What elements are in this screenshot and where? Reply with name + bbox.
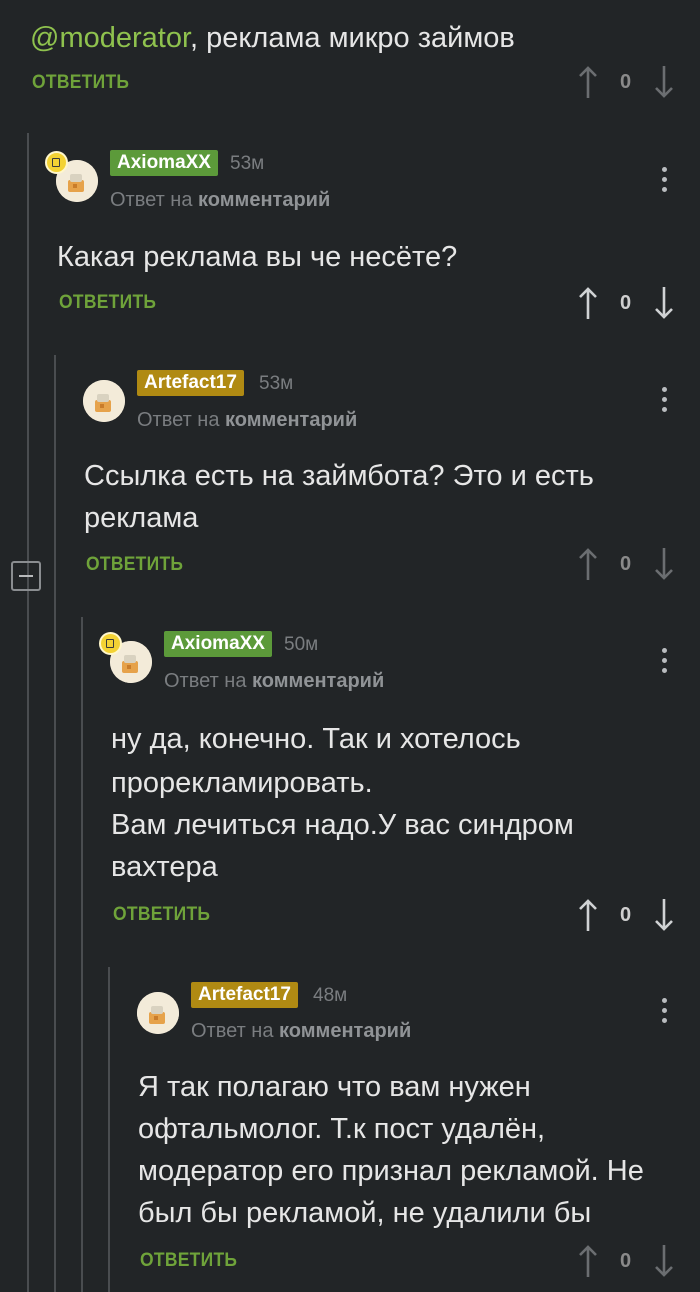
arrow-down-icon[interactable] <box>654 64 674 100</box>
vote-block: 0 <box>578 1243 678 1283</box>
arrow-up-icon[interactable] <box>578 64 598 100</box>
arrow-down-icon[interactable] <box>654 546 674 582</box>
reply-to-link[interactable]: комментарий <box>252 670 384 692</box>
badge-icon <box>99 632 122 655</box>
user-avatar-icon <box>137 992 179 1034</box>
comment-text: Ссылка есть на займбота? Это и есть рекл… <box>84 460 594 534</box>
reply-to-line: Ответ на комментарий <box>110 189 331 211</box>
arrow-up-icon[interactable] <box>578 1243 598 1279</box>
reply-to-link[interactable]: комментарий <box>225 409 357 431</box>
vote-count: 0 <box>620 553 632 575</box>
comment-text: Я так полагаю что вам нужен офтальмолог.… <box>138 1071 644 1229</box>
vote-count: 0 <box>620 71 632 93</box>
reply-to-line: Ответ на комментарий <box>191 1020 412 1042</box>
reply-button[interactable]: ОТВЕТИТЬ <box>140 1250 237 1272</box>
user-avatar-icon <box>83 380 125 422</box>
more-vertical-icon[interactable] <box>660 998 668 1028</box>
username[interactable]: AxiomaXX <box>164 631 272 657</box>
vote-block: 0 <box>578 285 678 325</box>
vote-block: 0 <box>578 546 678 586</box>
comment-text: @moderator, реклама микро займов <box>30 22 515 54</box>
thread-line <box>108 967 110 1292</box>
reply-to-link[interactable]: комментарий <box>279 1020 411 1042</box>
timestamp: 50м <box>284 634 319 655</box>
more-vertical-icon[interactable] <box>660 387 668 417</box>
reply-to-line: Ответ на комментарий <box>164 670 385 692</box>
reply-to-link[interactable]: комментарий <box>198 189 330 211</box>
avatar[interactable] <box>99 632 152 683</box>
avatar[interactable] <box>137 992 179 1034</box>
arrow-up-icon[interactable] <box>578 897 598 933</box>
avatar[interactable] <box>83 380 125 422</box>
comment-text: ну да, конечно. Так и хотелось прореклам… <box>111 723 574 883</box>
reply-button[interactable]: ОТВЕТИТЬ <box>32 72 129 94</box>
more-vertical-icon[interactable] <box>660 648 668 678</box>
vote-count: 0 <box>620 904 632 926</box>
reply-button[interactable]: ОТВЕТИТЬ <box>86 554 183 576</box>
reply-button[interactable]: ОТВЕТИТЬ <box>113 904 210 926</box>
vote-count: 0 <box>620 1250 632 1272</box>
username[interactable]: Artefact17 <box>191 982 298 1008</box>
more-vertical-icon[interactable] <box>660 167 668 197</box>
thread-line <box>54 355 56 1292</box>
mention-link[interactable]: @moderator <box>30 22 190 54</box>
avatar[interactable] <box>45 151 98 202</box>
comment-text: Какая реклама вы че несёте? <box>57 241 458 273</box>
reply-button[interactable]: ОТВЕТИТЬ <box>59 292 156 314</box>
username[interactable]: Artefact17 <box>137 370 244 396</box>
arrow-up-icon[interactable] <box>578 546 598 582</box>
thread-line <box>81 617 83 1292</box>
thread-line <box>27 133 29 1292</box>
vote-block: 0 <box>578 897 678 937</box>
badge-icon <box>45 151 68 174</box>
vote-count: 0 <box>620 292 632 314</box>
timestamp: 53м <box>230 153 265 174</box>
reply-to-line: Ответ на комментарий <box>137 409 358 431</box>
arrow-up-icon[interactable] <box>578 285 598 321</box>
username[interactable]: AxiomaXX <box>110 150 218 176</box>
vote-block: 0 <box>578 64 678 104</box>
timestamp: 53м <box>259 373 294 394</box>
arrow-down-icon[interactable] <box>654 1243 674 1279</box>
arrow-down-icon[interactable] <box>654 285 674 321</box>
arrow-down-icon[interactable] <box>654 897 674 933</box>
timestamp: 48м <box>313 985 348 1006</box>
collapse-thread-button[interactable] <box>11 561 41 591</box>
